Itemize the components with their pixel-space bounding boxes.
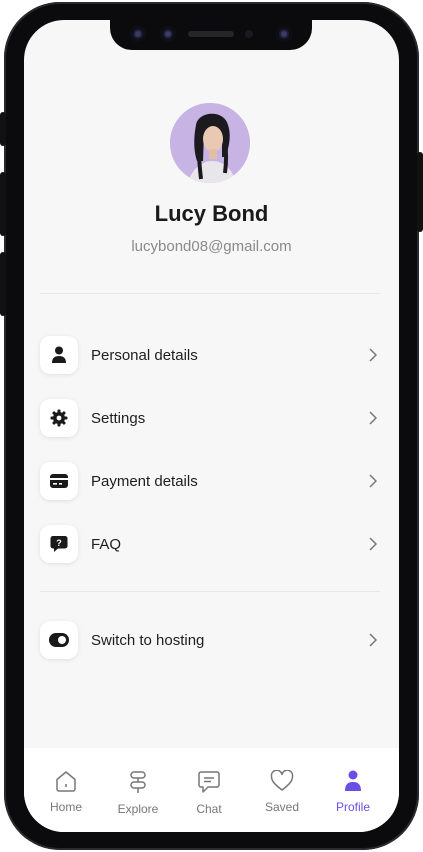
menu-item-label: FAQ [91,535,122,553]
profile-name: Lucy Bond [154,201,269,226]
icon-container [40,336,78,374]
person-icon [345,770,361,791]
toggle-icon [49,633,69,647]
tab-label: Saved [264,800,300,814]
divider [40,591,380,592]
app-screen: Lucy Bond lucybond08@gmail.com Personal … [24,20,399,832]
menu-item-payment-details[interactable]: Payment details [40,461,380,501]
profile-email: lucybond08@gmail.com [131,238,292,255]
signpost-icon [130,771,146,793]
notch [110,18,312,50]
tab-label: Home [49,800,82,814]
tab-saved[interactable]: Saved [252,769,312,814]
side-button-volume-down [0,252,6,316]
chevron-right-icon [366,348,380,362]
gear-icon [50,409,68,427]
heart-icon [270,769,294,791]
icon-container [40,462,78,500]
icon-container [40,399,78,437]
side-button-volume-up [0,172,6,236]
question-bubble-icon: ? [50,536,68,552]
person-icon [52,346,66,363]
menu-item-label: Personal details [91,346,198,364]
menu-item-label: Payment details [91,472,198,490]
chevron-right-icon [366,537,380,551]
svg-text:?: ? [56,538,62,548]
menu-item-label: Settings [91,409,146,427]
side-button-power [417,152,423,232]
tab-label: Explore [117,802,159,816]
menu-item-faq[interactable]: ? FAQ [40,524,380,564]
chevron-right-icon [366,633,380,647]
camera-icon [160,26,176,42]
tab-chat[interactable]: Chat [179,770,239,816]
credit-card-icon [50,474,68,488]
avatar-portrait-icon [170,103,250,183]
tab-home[interactable]: Home [36,770,96,814]
chevron-right-icon [366,474,380,488]
icon-container: ? [40,525,78,563]
tab-label: Profile [335,800,370,814]
chevron-right-icon [366,411,380,425]
speaker-grill [188,31,234,37]
avatar[interactable] [170,103,250,183]
menu-item-label: Switch to hosting [91,631,205,649]
home-icon [56,771,76,792]
divider [40,293,380,294]
menu-item-switch-to-hosting[interactable]: Switch to hosting [40,620,380,660]
bottom-tab-bar: Home Explore Chat Saved Profile [24,748,399,832]
menu-item-settings[interactable]: Settings [40,398,380,438]
chat-icon [198,771,220,793]
menu-item-personal-details[interactable]: Personal details [40,335,380,375]
tab-profile[interactable]: Profile [323,770,383,814]
side-button-mute [0,112,6,146]
icon-container [40,621,78,659]
tab-explore[interactable]: Explore [108,770,168,816]
camera-icon [130,26,146,42]
sensor-dot [245,30,253,38]
front-camera-icon [276,26,292,42]
tab-label: Chat [196,802,222,816]
